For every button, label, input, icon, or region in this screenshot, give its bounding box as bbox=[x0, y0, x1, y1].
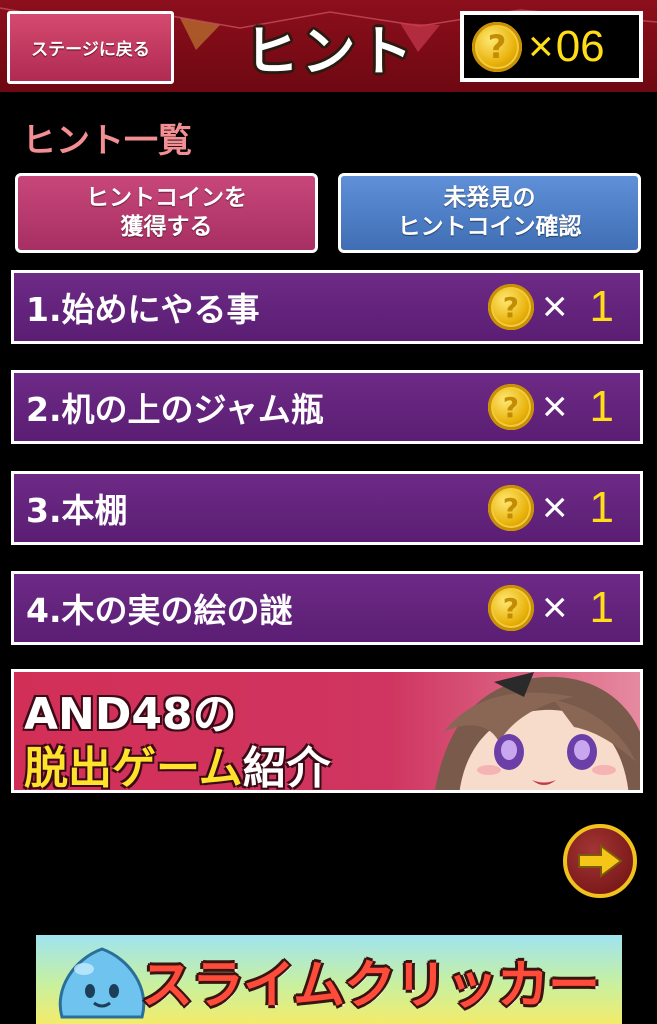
header-bar: ステージに戻る ヒント ? ×06 bbox=[0, 0, 657, 92]
promo-subtitle: 脱出ゲーム紹介 bbox=[24, 743, 331, 793]
escape-game-promo-banner[interactable]: AND48の 脱出ゲーム紹介 bbox=[11, 669, 643, 793]
banner-title: スライムクリッカー bbox=[141, 956, 600, 1016]
hint-cost: ? × 1 bbox=[487, 583, 614, 633]
hint-coin-icon: ? bbox=[487, 485, 534, 531]
next-page-button[interactable] bbox=[563, 824, 637, 898]
arrow-right-icon bbox=[578, 844, 623, 878]
hint-item-4[interactable]: 4.木の実の絵の謎 ? × 1 bbox=[11, 571, 643, 645]
hint-label: 3.本棚 bbox=[26, 491, 128, 530]
hint-label: 2.机の上のジャム瓶 bbox=[26, 390, 324, 429]
hint-label: 4.木の実の絵の謎 bbox=[26, 591, 293, 630]
hint-item-3[interactable]: 3.本棚 ? × 1 bbox=[11, 471, 643, 545]
hint-coin-icon: ? bbox=[487, 384, 534, 430]
check-undiscovered-coins-button[interactable]: 未発見の ヒントコイン確認 bbox=[338, 173, 641, 253]
hint-coin-icon: ? bbox=[487, 585, 534, 631]
slime-clicker-ad-banner[interactable]: スライムクリッカー bbox=[36, 935, 622, 1024]
earn-hint-coin-button[interactable]: ヒントコインを 獲得する bbox=[15, 173, 318, 253]
hint-cost: ? × 1 bbox=[487, 382, 614, 432]
page-title: ヒント bbox=[244, 19, 416, 83]
hint-item-1[interactable]: 1.始めにやる事 ? × 1 bbox=[11, 270, 643, 344]
back-to-stage-button[interactable]: ステージに戻る bbox=[7, 11, 174, 84]
hint-label: 1.始めにやる事 bbox=[26, 290, 260, 329]
hint-coin-icon: ? bbox=[487, 284, 534, 330]
hint-cost: ? × 1 bbox=[487, 282, 614, 332]
hint-cost: ? × 1 bbox=[487, 483, 614, 533]
coin-balance: ? ×06 bbox=[460, 11, 643, 82]
slime-character-icon bbox=[58, 947, 146, 1019]
hint-coin-icon: ? bbox=[472, 21, 522, 72]
anime-character-illustration bbox=[435, 672, 640, 790]
coin-count: ×06 bbox=[528, 21, 605, 71]
section-heading: ヒント一覧 bbox=[22, 121, 192, 161]
hint-item-2[interactable]: 2.机の上のジャム瓶 ? × 1 bbox=[11, 370, 643, 444]
